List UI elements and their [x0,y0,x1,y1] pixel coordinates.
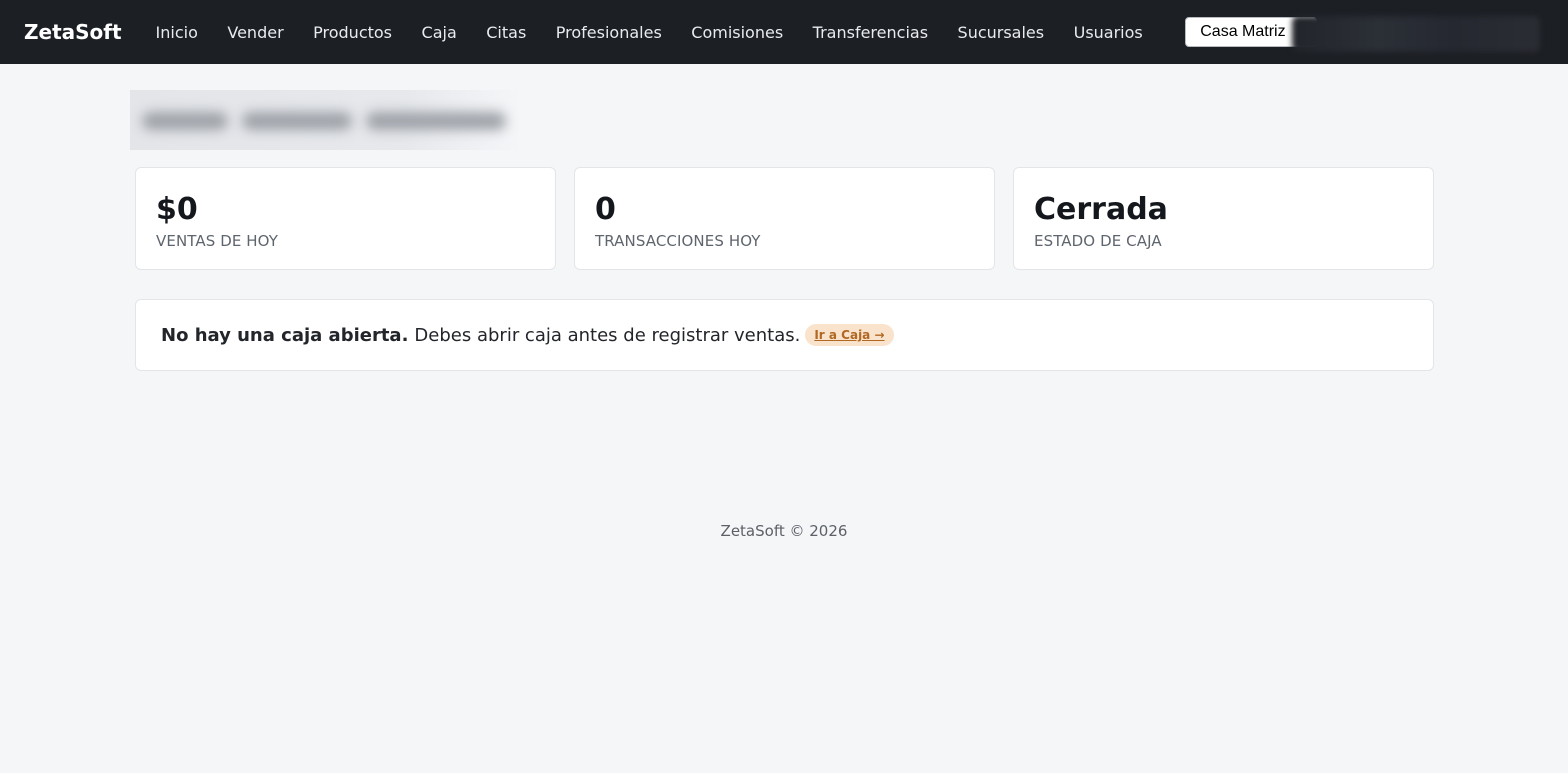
nav-link-citas[interactable]: Citas [486,23,526,42]
nav-link-comisiones[interactable]: Comisiones [691,23,783,42]
nav-link-profesionales[interactable]: Profesionales [556,23,662,42]
nav-links: Inicio Vender Productos Caja Citas Profe… [156,23,1173,42]
user-menu-blurred[interactable] [1292,16,1540,52]
no-open-register-alert: No hay una caja abierta. Debes abrir caj… [135,299,1434,371]
nav-link-vender[interactable]: Vender [227,23,283,42]
stat-card-ventas: $0 VENTAS DE HOY [135,167,556,270]
stat-card-estado-caja: Cerrada ESTADO DE CAJA [1013,167,1434,270]
stat-card-transacciones: 0 TRANSACCIONES HOY [574,167,995,270]
nav-link-usuarios[interactable]: Usuarios [1074,23,1143,42]
nav-link-transferencias[interactable]: Transferencias [813,23,928,42]
go-to-caja-link[interactable]: Ir a Caja → [805,324,894,346]
footer-text: ZetaSoft © 2026 [720,522,848,540]
nav-link-caja[interactable]: Caja [422,23,457,42]
stat-label: ESTADO DE CAJA [1034,232,1162,250]
top-navbar: ZetaSoft Inicio Vender Productos Caja Ci… [0,0,1568,64]
nav-link-sucursales[interactable]: Sucursales [958,23,1045,42]
page-title-blurred [130,90,522,150]
stat-label: VENTAS DE HOY [156,232,279,250]
stat-value: $0 [156,192,198,227]
stat-value: Cerrada [1034,192,1168,227]
alert-bold-text: No hay una caja abierta. [161,324,409,346]
nav-link-inicio[interactable]: Inicio [156,23,198,42]
brand-logo[interactable]: ZetaSoft [24,20,122,44]
stats-cards: $0 VENTAS DE HOY 0 TRANSACCIONES HOY Cer… [135,167,1434,270]
nav-link-productos[interactable]: Productos [313,23,392,42]
stat-value: 0 [595,192,616,227]
stat-label: TRANSACCIONES HOY [595,232,761,250]
alert-text: Debes abrir caja antes de registrar vent… [414,324,801,346]
branch-select-value: Casa Matriz [1200,23,1286,40]
